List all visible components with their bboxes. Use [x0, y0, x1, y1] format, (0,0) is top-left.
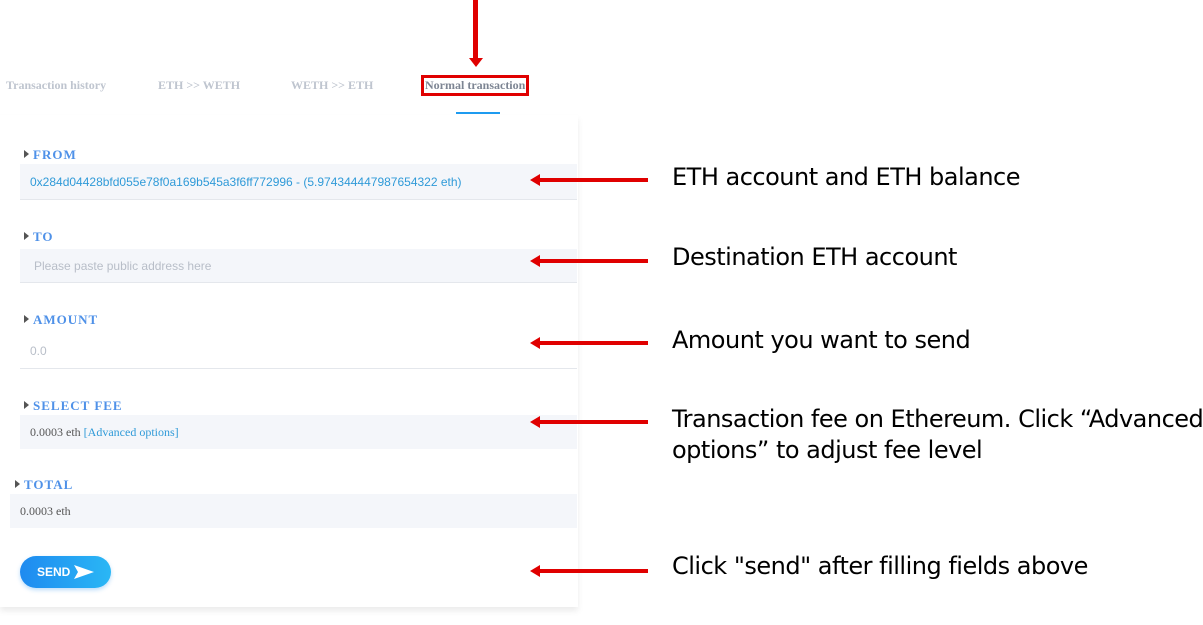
- send-icon: [74, 565, 94, 579]
- to-label-text: TO: [33, 229, 54, 244]
- annotation-arrow-amount: [530, 337, 648, 349]
- send-button[interactable]: SEND: [20, 556, 111, 588]
- annotation-from: ETH account and ETH balance: [672, 163, 1021, 191]
- annotation-arrow-to: [530, 255, 648, 267]
- annotation-arrow-send: [530, 565, 648, 577]
- active-tab-indicator: [456, 112, 500, 114]
- tab-eth-to-weth[interactable]: ETH >> WETH: [158, 78, 240, 93]
- caret-right-icon: [24, 315, 29, 323]
- tab-bar: Transaction history ETH >> WETH WETH >> …: [0, 72, 560, 114]
- to-label: TO: [24, 229, 54, 245]
- fee-field: 0.0003 eth [Advanced options]: [20, 415, 577, 449]
- from-field[interactable]: 0x284d04428bfd055e78f0a169b545a3f6ff7729…: [20, 164, 577, 200]
- annotation-fee-line1: Transaction fee on Ethereum. Click “Adva…: [672, 405, 1203, 433]
- to-address-input[interactable]: [20, 249, 577, 282]
- amount-field: [20, 333, 577, 369]
- from-label-text: FROM: [33, 147, 77, 162]
- tab-normal-transaction[interactable]: Normal transaction: [421, 75, 530, 96]
- annotation-amount: Amount you want to send: [672, 326, 971, 354]
- tab-weth-to-eth[interactable]: WETH >> ETH: [291, 78, 373, 93]
- total-label-text: TOTAL: [24, 477, 74, 492]
- annotation-arrow-from: [530, 174, 648, 186]
- amount-input[interactable]: [20, 333, 577, 368]
- select-fee-label: SELECT FEE: [24, 398, 123, 414]
- fee-row: 0.0003 eth [Advanced options]: [30, 415, 179, 449]
- select-fee-label-text: SELECT FEE: [33, 398, 123, 413]
- annotation-fee-line2: options” to adjust fee level: [672, 436, 983, 464]
- total-label: TOTAL: [15, 477, 73, 493]
- annotation-send: Click "send" after filling fields above: [672, 552, 1088, 580]
- fee-value: 0.0003 eth: [30, 425, 81, 439]
- total-field: 0.0003 eth: [10, 494, 577, 528]
- to-field: [20, 249, 577, 283]
- amount-label: AMOUNT: [24, 312, 98, 328]
- caret-right-icon: [15, 480, 20, 488]
- annotation-to: Destination ETH account: [672, 243, 957, 271]
- caret-right-icon: [24, 232, 29, 240]
- advanced-options-link[interactable]: [Advanced options]: [84, 425, 179, 439]
- send-label: SEND: [37, 565, 71, 579]
- caret-right-icon: [24, 401, 29, 409]
- from-label: FROM: [24, 147, 77, 163]
- total-value: 0.0003 eth: [20, 504, 71, 518]
- caret-right-icon: [24, 150, 29, 158]
- tab-transaction-history[interactable]: Transaction history: [6, 78, 106, 93]
- annotation-arrow-fee: [530, 416, 648, 428]
- amount-label-text: AMOUNT: [33, 312, 99, 327]
- from-value: 0x284d04428bfd055e78f0a169b545a3f6ff7729…: [30, 175, 462, 189]
